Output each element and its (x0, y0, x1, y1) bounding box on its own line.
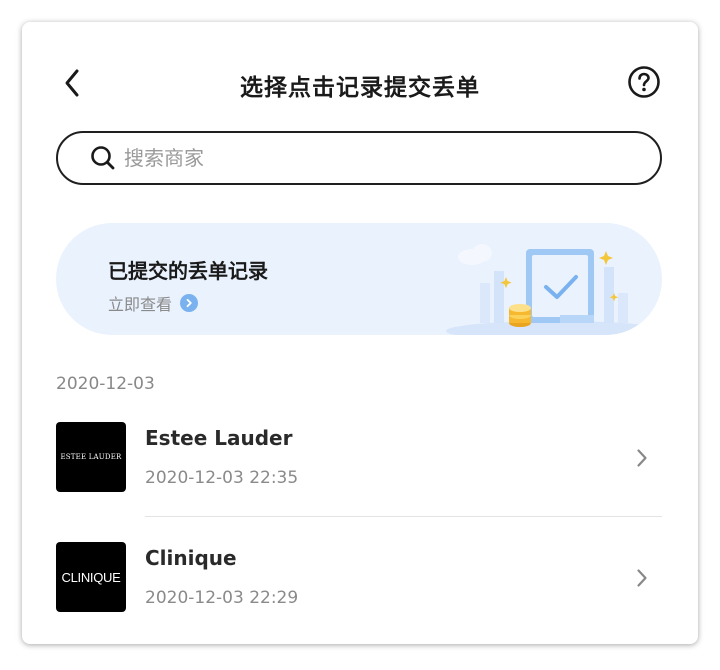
document-check-illustration (446, 244, 662, 335)
divider (145, 516, 662, 517)
help-button[interactable] (626, 64, 662, 100)
chevron-right-icon (634, 566, 650, 590)
view-now-label: 立即查看 (108, 295, 173, 314)
merchant-name: Clinique (145, 546, 237, 570)
page-card: 选择点击记录提交丢单 已提交的丢单记录 立即查看 (22, 22, 698, 644)
click-time: 2020-12-03 22:29 (145, 588, 299, 608)
estee-lauder-logo: ESTEE LAUDER (56, 422, 126, 492)
submitted-records-banner[interactable]: 已提交的丢单记录 立即查看 (56, 223, 662, 335)
circle-arrow-right-icon (180, 294, 199, 312)
search-icon (90, 145, 116, 171)
list-item[interactable]: ESTEE LAUDER Estee Lauder 2020-12-03 22:… (56, 422, 662, 494)
merchant-name: Estee Lauder (145, 426, 293, 450)
banner-title: 已提交的丢单记录 (108, 259, 268, 283)
date-group-header: 2020-12-03 (56, 374, 155, 394)
clinique-logo: CLINIQUE (56, 542, 126, 612)
search-input[interactable] (122, 145, 606, 171)
click-time: 2020-12-03 22:35 (145, 468, 299, 488)
search-bar[interactable] (56, 131, 662, 185)
list-item[interactable]: CLINIQUE Clinique 2020-12-03 22:29 (56, 542, 662, 614)
view-now-link[interactable]: 立即查看 (108, 291, 199, 315)
chevron-right-icon (634, 446, 650, 470)
page-title: 选择点击记录提交丢单 (240, 75, 480, 101)
question-circle-icon (628, 66, 660, 98)
